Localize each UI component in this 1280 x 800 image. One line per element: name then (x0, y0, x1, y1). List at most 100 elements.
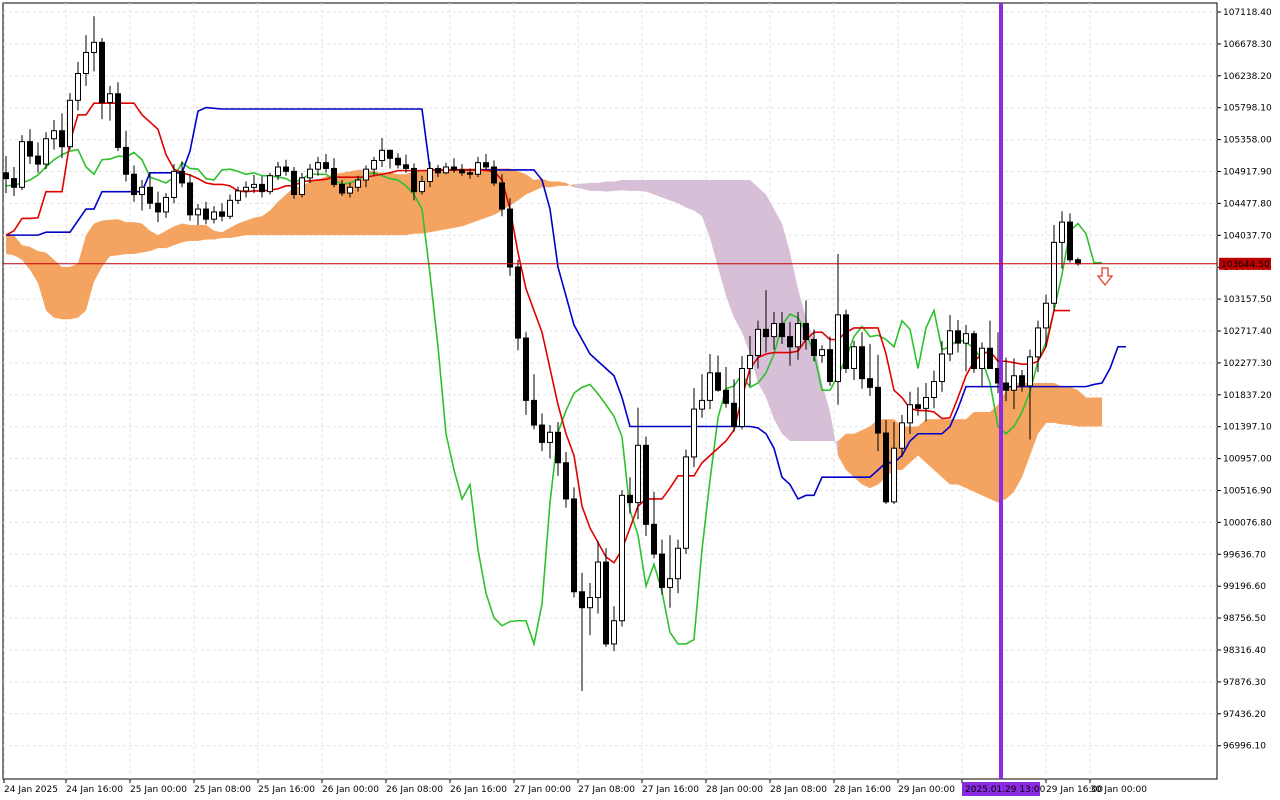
candle-body[interactable] (395, 157, 401, 166)
candle-body[interactable] (363, 168, 369, 181)
candle-body[interactable] (187, 182, 193, 216)
candle-body[interactable] (875, 386, 881, 434)
candle-body[interactable] (931, 381, 937, 398)
candle-body[interactable] (1019, 375, 1025, 387)
candle-body[interactable] (211, 211, 217, 220)
candle-body[interactable] (579, 591, 585, 609)
candle-body[interactable] (899, 422, 905, 449)
candle-body[interactable] (131, 173, 137, 196)
candle-body[interactable] (851, 346, 857, 370)
candle-body[interactable] (323, 162, 329, 169)
candle-body[interactable] (675, 547, 681, 580)
candle-body[interactable] (35, 155, 41, 165)
candle-body[interactable] (171, 170, 177, 198)
candle-body[interactable] (51, 130, 57, 140)
candle-body[interactable] (659, 553, 665, 588)
candle-body[interactable] (827, 349, 833, 383)
candle-body[interactable] (443, 166, 449, 174)
candle-body[interactable] (1059, 221, 1065, 243)
candle-body[interactable] (547, 431, 553, 443)
candle-body[interactable] (1011, 375, 1017, 391)
candle-body[interactable] (611, 620, 617, 645)
candle-body[interactable] (819, 349, 825, 356)
candle-body[interactable] (523, 337, 529, 401)
candle-body[interactable] (627, 494, 633, 504)
candle-body[interactable] (635, 444, 641, 504)
candle-body[interactable] (507, 208, 513, 268)
candle-body[interactable] (411, 167, 417, 193)
candle-body[interactable] (755, 328, 761, 356)
candle-body[interactable] (315, 162, 321, 170)
candle-body[interactable] (179, 170, 185, 184)
candle-body[interactable] (771, 323, 777, 338)
candle-body[interactable] (451, 166, 457, 171)
candle-body[interactable] (955, 330, 961, 344)
candle-body[interactable] (1067, 221, 1073, 261)
candle-body[interactable] (1027, 356, 1033, 387)
candle-body[interactable] (299, 177, 305, 196)
candle-body[interactable] (75, 72, 81, 101)
candle-body[interactable] (43, 138, 49, 165)
ichimoku-chart[interactable]: 107118.40 106678.30 106238.20 105798.10 1053… (0, 0, 1280, 800)
candle-body[interactable] (59, 130, 65, 148)
candle-body[interactable] (483, 162, 489, 168)
candle-body[interactable] (11, 178, 17, 188)
candle-body[interactable] (979, 347, 985, 370)
candle-body[interactable] (691, 408, 697, 458)
candle-body[interactable] (739, 368, 745, 427)
candle-body[interactable] (491, 166, 497, 184)
candle-body[interactable] (251, 183, 257, 188)
candle-body[interactable] (651, 523, 657, 555)
candle-body[interactable] (91, 41, 97, 53)
candle-body[interactable] (531, 399, 537, 426)
candle-body[interactable] (67, 99, 73, 148)
candle-body[interactable] (963, 333, 969, 344)
candle-body[interactable] (1003, 382, 1009, 391)
candle-body[interactable] (227, 199, 233, 217)
candle-body[interactable] (371, 159, 377, 170)
candle-body[interactable] (803, 323, 809, 341)
candle-body[interactable] (307, 168, 313, 179)
candle-body[interactable] (859, 346, 865, 380)
candle-body[interactable] (971, 333, 977, 370)
candle-body[interactable] (587, 597, 593, 609)
candle-body[interactable] (1051, 241, 1057, 304)
candle-body[interactable] (667, 578, 673, 588)
candle-body[interactable] (259, 183, 265, 193)
candle-body[interactable] (643, 444, 649, 525)
candle-body[interactable] (27, 141, 33, 157)
candle-body[interactable] (499, 182, 505, 210)
candle-body[interactable] (763, 328, 769, 338)
candle-body[interactable] (619, 494, 625, 622)
candle-body[interactable] (939, 353, 945, 383)
candle-body[interactable] (83, 51, 89, 74)
candle-body[interactable] (331, 167, 337, 185)
candle-body[interactable] (699, 399, 705, 410)
candle-body[interactable] (843, 314, 849, 370)
candle-body[interactable] (795, 323, 801, 348)
candle-body[interactable] (235, 190, 241, 201)
candle-body[interactable] (155, 202, 161, 213)
candle-body[interactable] (459, 169, 465, 174)
candle-body[interactable] (203, 208, 209, 220)
candle-body[interactable] (275, 166, 281, 177)
candle-body[interactable] (947, 330, 953, 355)
candle-body[interactable] (835, 314, 841, 383)
candle-body[interactable] (987, 347, 993, 370)
candle-body[interactable] (419, 180, 425, 193)
candle-body[interactable] (571, 498, 577, 593)
candle-body[interactable] (891, 447, 897, 503)
candle-body[interactable] (915, 404, 921, 409)
candle-body[interactable] (219, 211, 225, 217)
candle-body[interactable] (403, 164, 409, 169)
candle-body[interactable] (555, 431, 561, 464)
candle-body[interactable] (379, 149, 385, 161)
candle-body[interactable] (1043, 302, 1049, 329)
candle-body[interactable] (347, 186, 353, 194)
candle-body[interactable] (539, 424, 545, 443)
candle-body[interactable] (339, 183, 345, 194)
candle-body[interactable] (883, 432, 889, 503)
candle-body[interactable] (515, 266, 521, 339)
candle-body[interactable] (787, 336, 793, 348)
candle-body[interactable] (747, 354, 753, 370)
